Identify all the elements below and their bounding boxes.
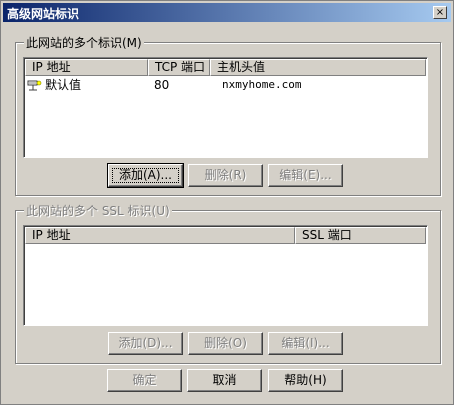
edit-ssl-identity-button[interactable]: 编辑(I)... bbox=[268, 332, 343, 355]
row-ip-address: 默认值 bbox=[45, 78, 82, 92]
ssl-identities-group: 此网站的多个 SSL 标识(U) IP 地址 SSL 端口 添加(D)... 删… bbox=[15, 202, 441, 364]
advanced-site-identification-dialog: 高级网站标识 × 此网站的多个标识(M) IP 地址 TCP 端口 主机头值 默… bbox=[0, 0, 454, 405]
close-button[interactable]: × bbox=[433, 6, 447, 19]
column-host-header[interactable]: 主机头值 bbox=[210, 59, 426, 76]
help-button[interactable]: 帮助(H) bbox=[268, 369, 343, 392]
row-tcp-port: 80 bbox=[154, 78, 170, 92]
focus-rect bbox=[112, 168, 179, 183]
multiple-identities-label: 此网站的多个标识(M) bbox=[24, 34, 144, 51]
column-tcp-port[interactable]: TCP 端口 bbox=[148, 59, 210, 76]
identities-list-header: IP 地址 TCP 端口 主机头值 bbox=[25, 59, 426, 76]
remove-ssl-identity-button[interactable]: 删除(O) bbox=[188, 332, 263, 355]
remove-identity-button[interactable]: 删除(R) bbox=[188, 164, 263, 187]
ssl-identities-label: 此网站的多个 SSL 标识(U) bbox=[24, 202, 172, 219]
row-host-header: nxmyhome.com bbox=[222, 78, 302, 91]
column-ssl-port[interactable]: SSL 端口 bbox=[295, 227, 426, 244]
multiple-identities-group: 此网站的多个标识(M) IP 地址 TCP 端口 主机头值 默认值 80 nxm… bbox=[15, 34, 441, 196]
cancel-button[interactable]: 取消 bbox=[187, 369, 262, 392]
window-title: 高级网站标识 bbox=[7, 7, 80, 21]
table-row[interactable]: 默认值 80 nxmyhome.com bbox=[25, 77, 425, 93]
column-ssl-ip-address[interactable]: IP 地址 bbox=[25, 227, 295, 244]
add-ssl-identity-button[interactable]: 添加(D)... bbox=[108, 332, 183, 355]
title-bar[interactable]: 高级网站标识 × bbox=[3, 3, 451, 22]
ok-button[interactable]: 确定 bbox=[107, 369, 182, 392]
add-identity-button[interactable]: 添加(A)... bbox=[107, 163, 184, 188]
column-ip-address[interactable]: IP 地址 bbox=[25, 59, 148, 76]
close-icon: × bbox=[435, 7, 445, 18]
identities-list[interactable]: IP 地址 TCP 端口 主机头值 默认值 80 nxmyhome.com bbox=[23, 57, 428, 158]
ssl-list-header: IP 地址 SSL 端口 bbox=[25, 227, 426, 244]
ssl-identities-list[interactable]: IP 地址 SSL 端口 bbox=[23, 225, 428, 326]
network-icon bbox=[27, 79, 43, 96]
edit-identity-button[interactable]: 编辑(E)... bbox=[268, 164, 343, 187]
